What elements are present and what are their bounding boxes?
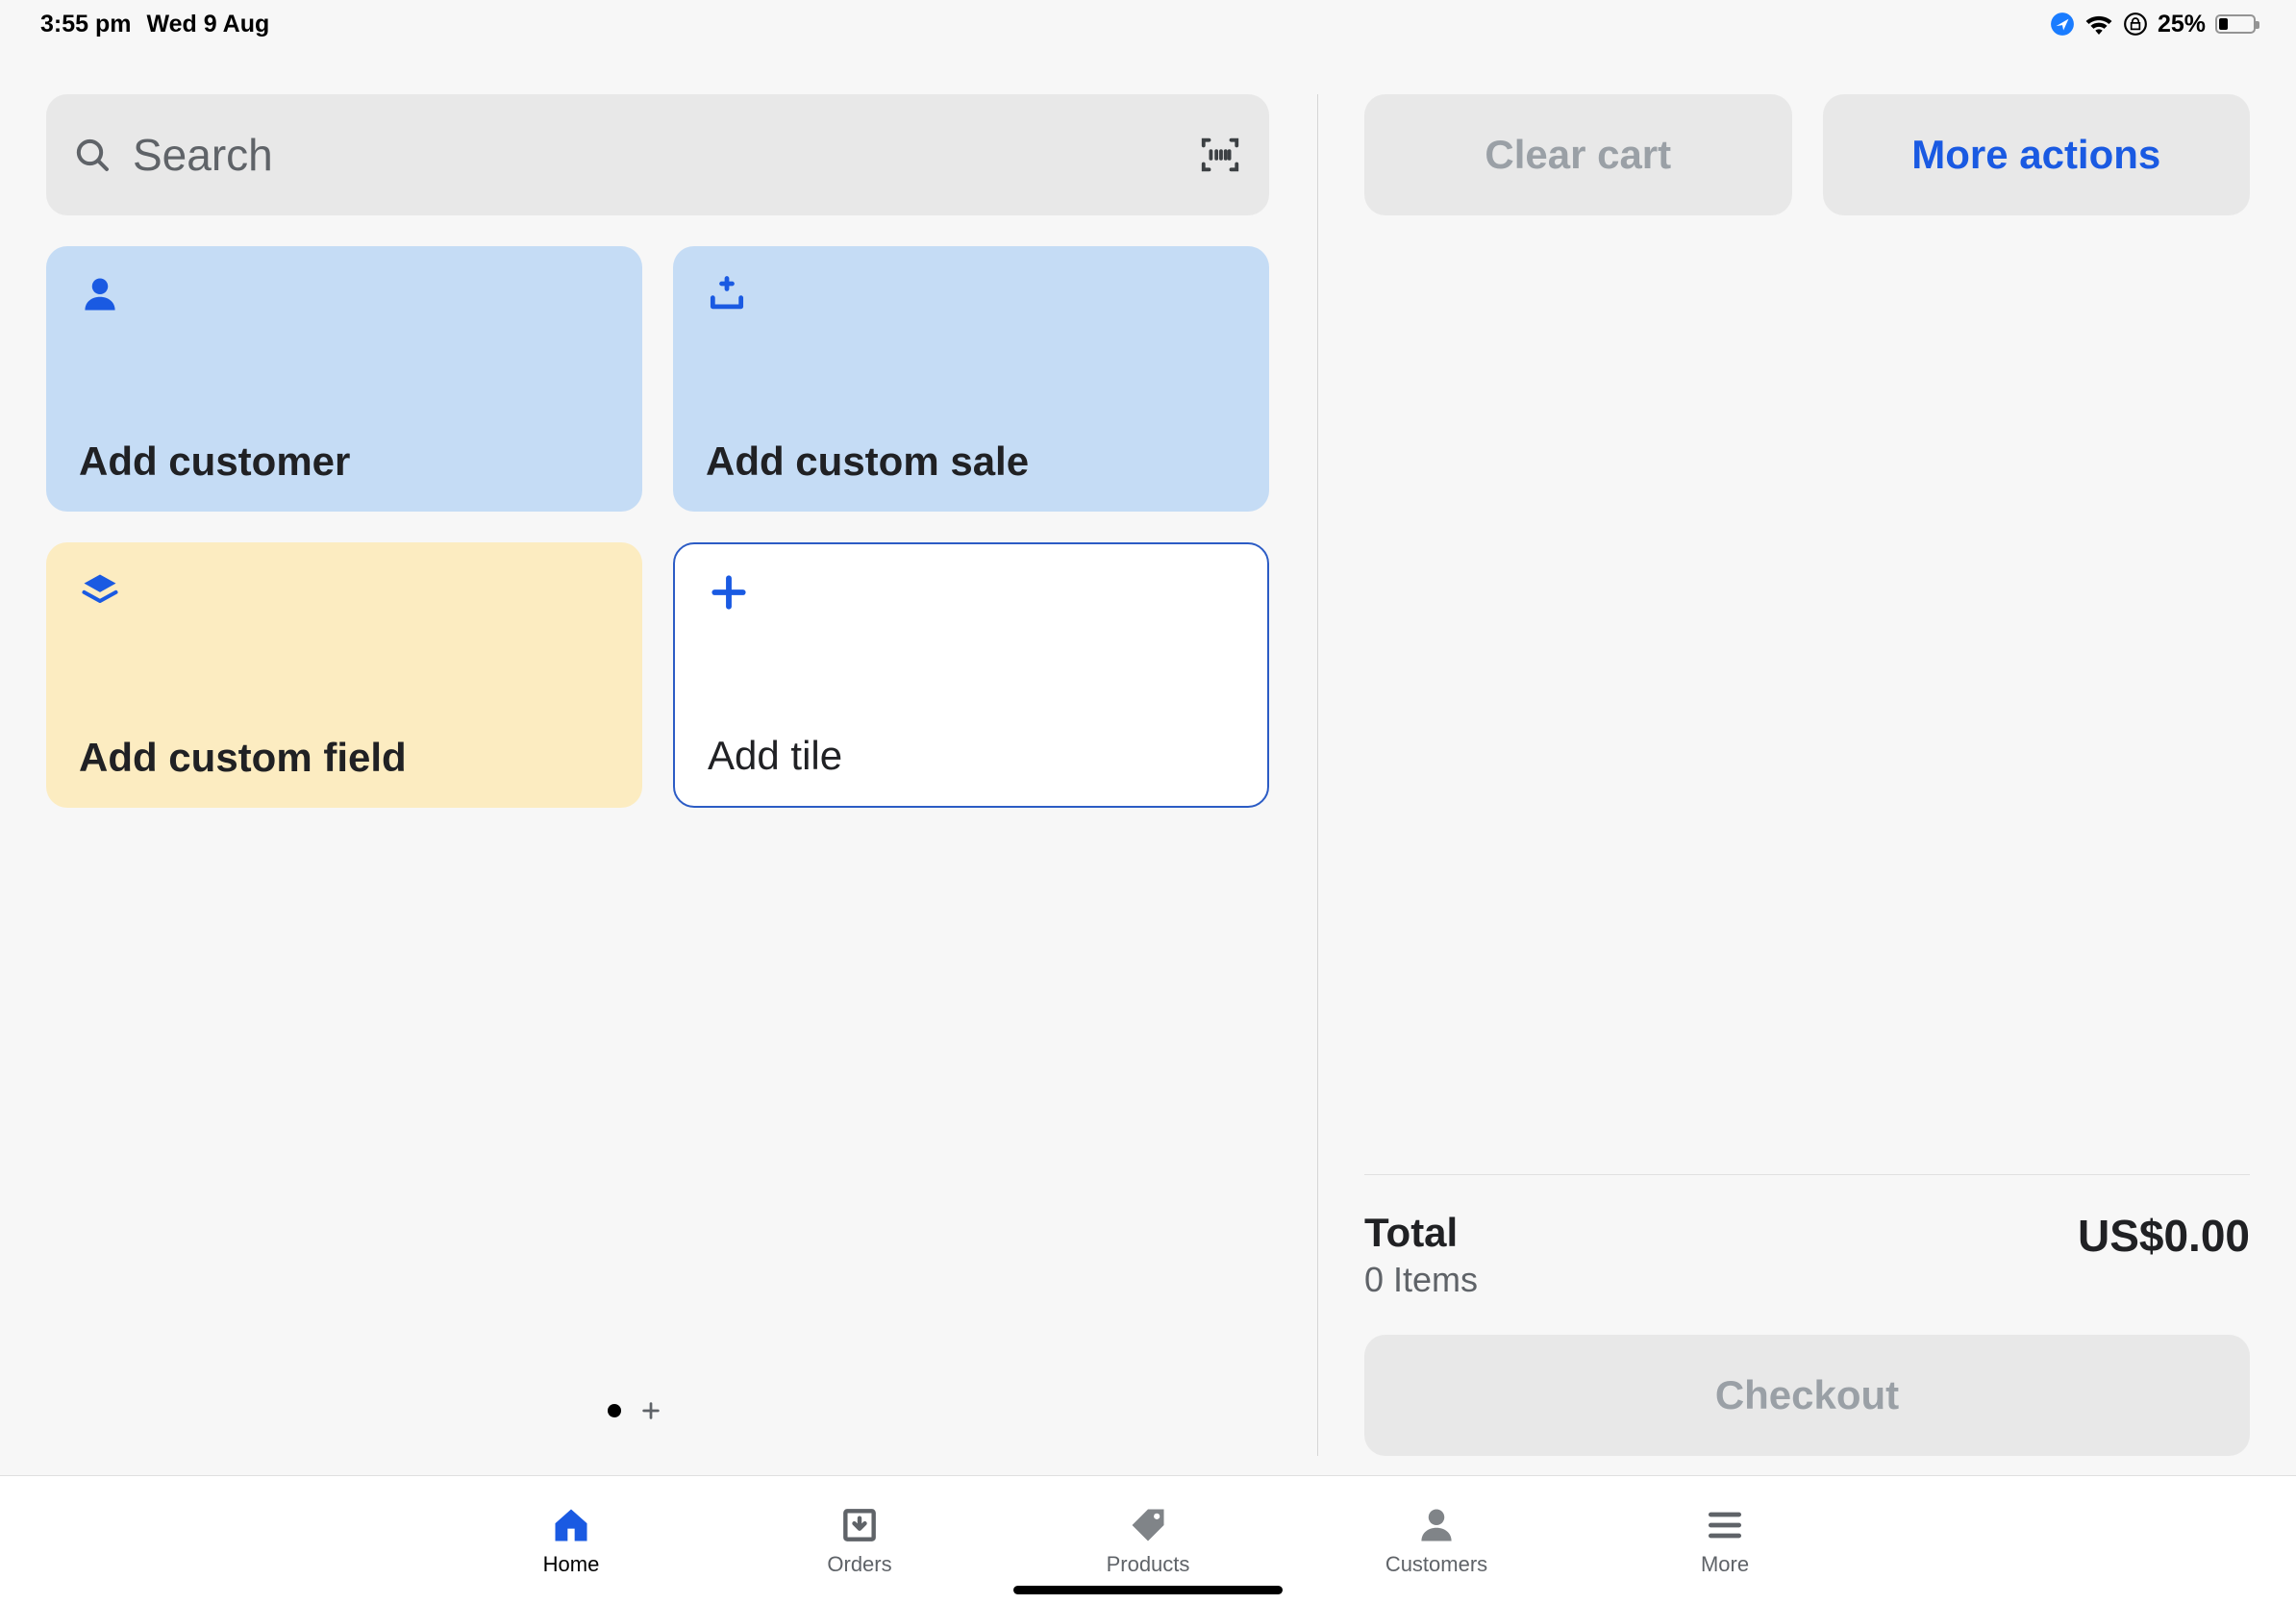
- add-tile-button[interactable]: Add tile: [673, 542, 1269, 808]
- status-date: Wed 9 Aug: [146, 11, 269, 38]
- total-amount: US$0.00: [2078, 1210, 2250, 1262]
- battery-icon: [2215, 14, 2256, 34]
- tile-label: Add tile: [708, 733, 1235, 779]
- home-icon: [550, 1504, 592, 1546]
- status-left: 3:55 pm Wed 9 Aug: [40, 11, 269, 38]
- tab-label: Products: [1107, 1552, 1190, 1577]
- orientation-lock-icon: [2123, 12, 2148, 37]
- tab-products[interactable]: Products: [1061, 1504, 1235, 1577]
- clear-cart-button[interactable]: Clear cart: [1364, 94, 1792, 215]
- total-label: Total: [1364, 1210, 1478, 1256]
- barcode-scan-icon[interactable]: [1198, 133, 1242, 177]
- main-content: Add customer Add custom sale Add custom …: [0, 48, 2296, 1475]
- tab-bar: Home Orders Products Customers More: [0, 1475, 2296, 1604]
- tab-more[interactable]: More: [1638, 1504, 1811, 1577]
- cart-summary: Total 0 Items US$0.00 Checkout: [1364, 1174, 2250, 1456]
- status-right: 25%: [2050, 11, 2256, 38]
- status-bar: 3:55 pm Wed 9 Aug 25%: [0, 0, 2296, 48]
- tile-label: Add custom field: [79, 735, 610, 781]
- battery-percentage: 25%: [2158, 11, 2206, 38]
- total-left: Total 0 Items: [1364, 1210, 1478, 1300]
- tile-label: Add custom sale: [706, 439, 1236, 485]
- plus-icon: [708, 571, 750, 614]
- search-icon: [73, 136, 112, 174]
- add-custom-field-tile[interactable]: Add custom field: [46, 542, 642, 808]
- wifi-icon: [2084, 13, 2113, 35]
- items-count: 0 Items: [1364, 1260, 1478, 1300]
- right-pane: Clear cart More actions Total 0 Items US…: [1318, 48, 2296, 1475]
- tab-label: More: [1701, 1552, 1749, 1577]
- tile-label: Add customer: [79, 439, 610, 485]
- add-customer-tile[interactable]: Add customer: [46, 246, 642, 512]
- left-pane: Add customer Add custom sale Add custom …: [0, 48, 1317, 1475]
- search-bar[interactable]: [46, 94, 1269, 215]
- tag-icon: [1127, 1504, 1169, 1546]
- total-row: Total 0 Items US$0.00: [1364, 1210, 2250, 1300]
- add-custom-sale-tile[interactable]: Add custom sale: [673, 246, 1269, 512]
- customers-icon: [1415, 1504, 1458, 1546]
- tab-label: Orders: [827, 1552, 891, 1577]
- page-indicator: [0, 1400, 1269, 1421]
- add-page-icon[interactable]: [640, 1400, 661, 1421]
- person-icon: [79, 273, 121, 315]
- tab-label: Home: [543, 1552, 600, 1577]
- tab-home[interactable]: Home: [485, 1504, 658, 1577]
- tab-customers[interactable]: Customers: [1350, 1504, 1523, 1577]
- upload-plus-icon: [706, 273, 748, 315]
- search-input[interactable]: [133, 129, 1177, 181]
- checkout-button[interactable]: Checkout: [1364, 1335, 2250, 1456]
- orders-icon: [838, 1504, 881, 1546]
- location-icon: [2050, 12, 2075, 37]
- status-time: 3:55 pm: [40, 11, 131, 38]
- tab-label: Customers: [1385, 1552, 1487, 1577]
- tab-orders[interactable]: Orders: [773, 1504, 946, 1577]
- layers-icon: [79, 569, 121, 612]
- cart-actions: Clear cart More actions: [1364, 94, 2250, 215]
- tiles-grid: Add customer Add custom sale Add custom …: [46, 246, 1269, 808]
- more-actions-button[interactable]: More actions: [1823, 94, 2251, 215]
- page-dot-active[interactable]: [608, 1404, 621, 1417]
- home-indicator[interactable]: [1013, 1586, 1283, 1594]
- menu-icon: [1704, 1504, 1746, 1546]
